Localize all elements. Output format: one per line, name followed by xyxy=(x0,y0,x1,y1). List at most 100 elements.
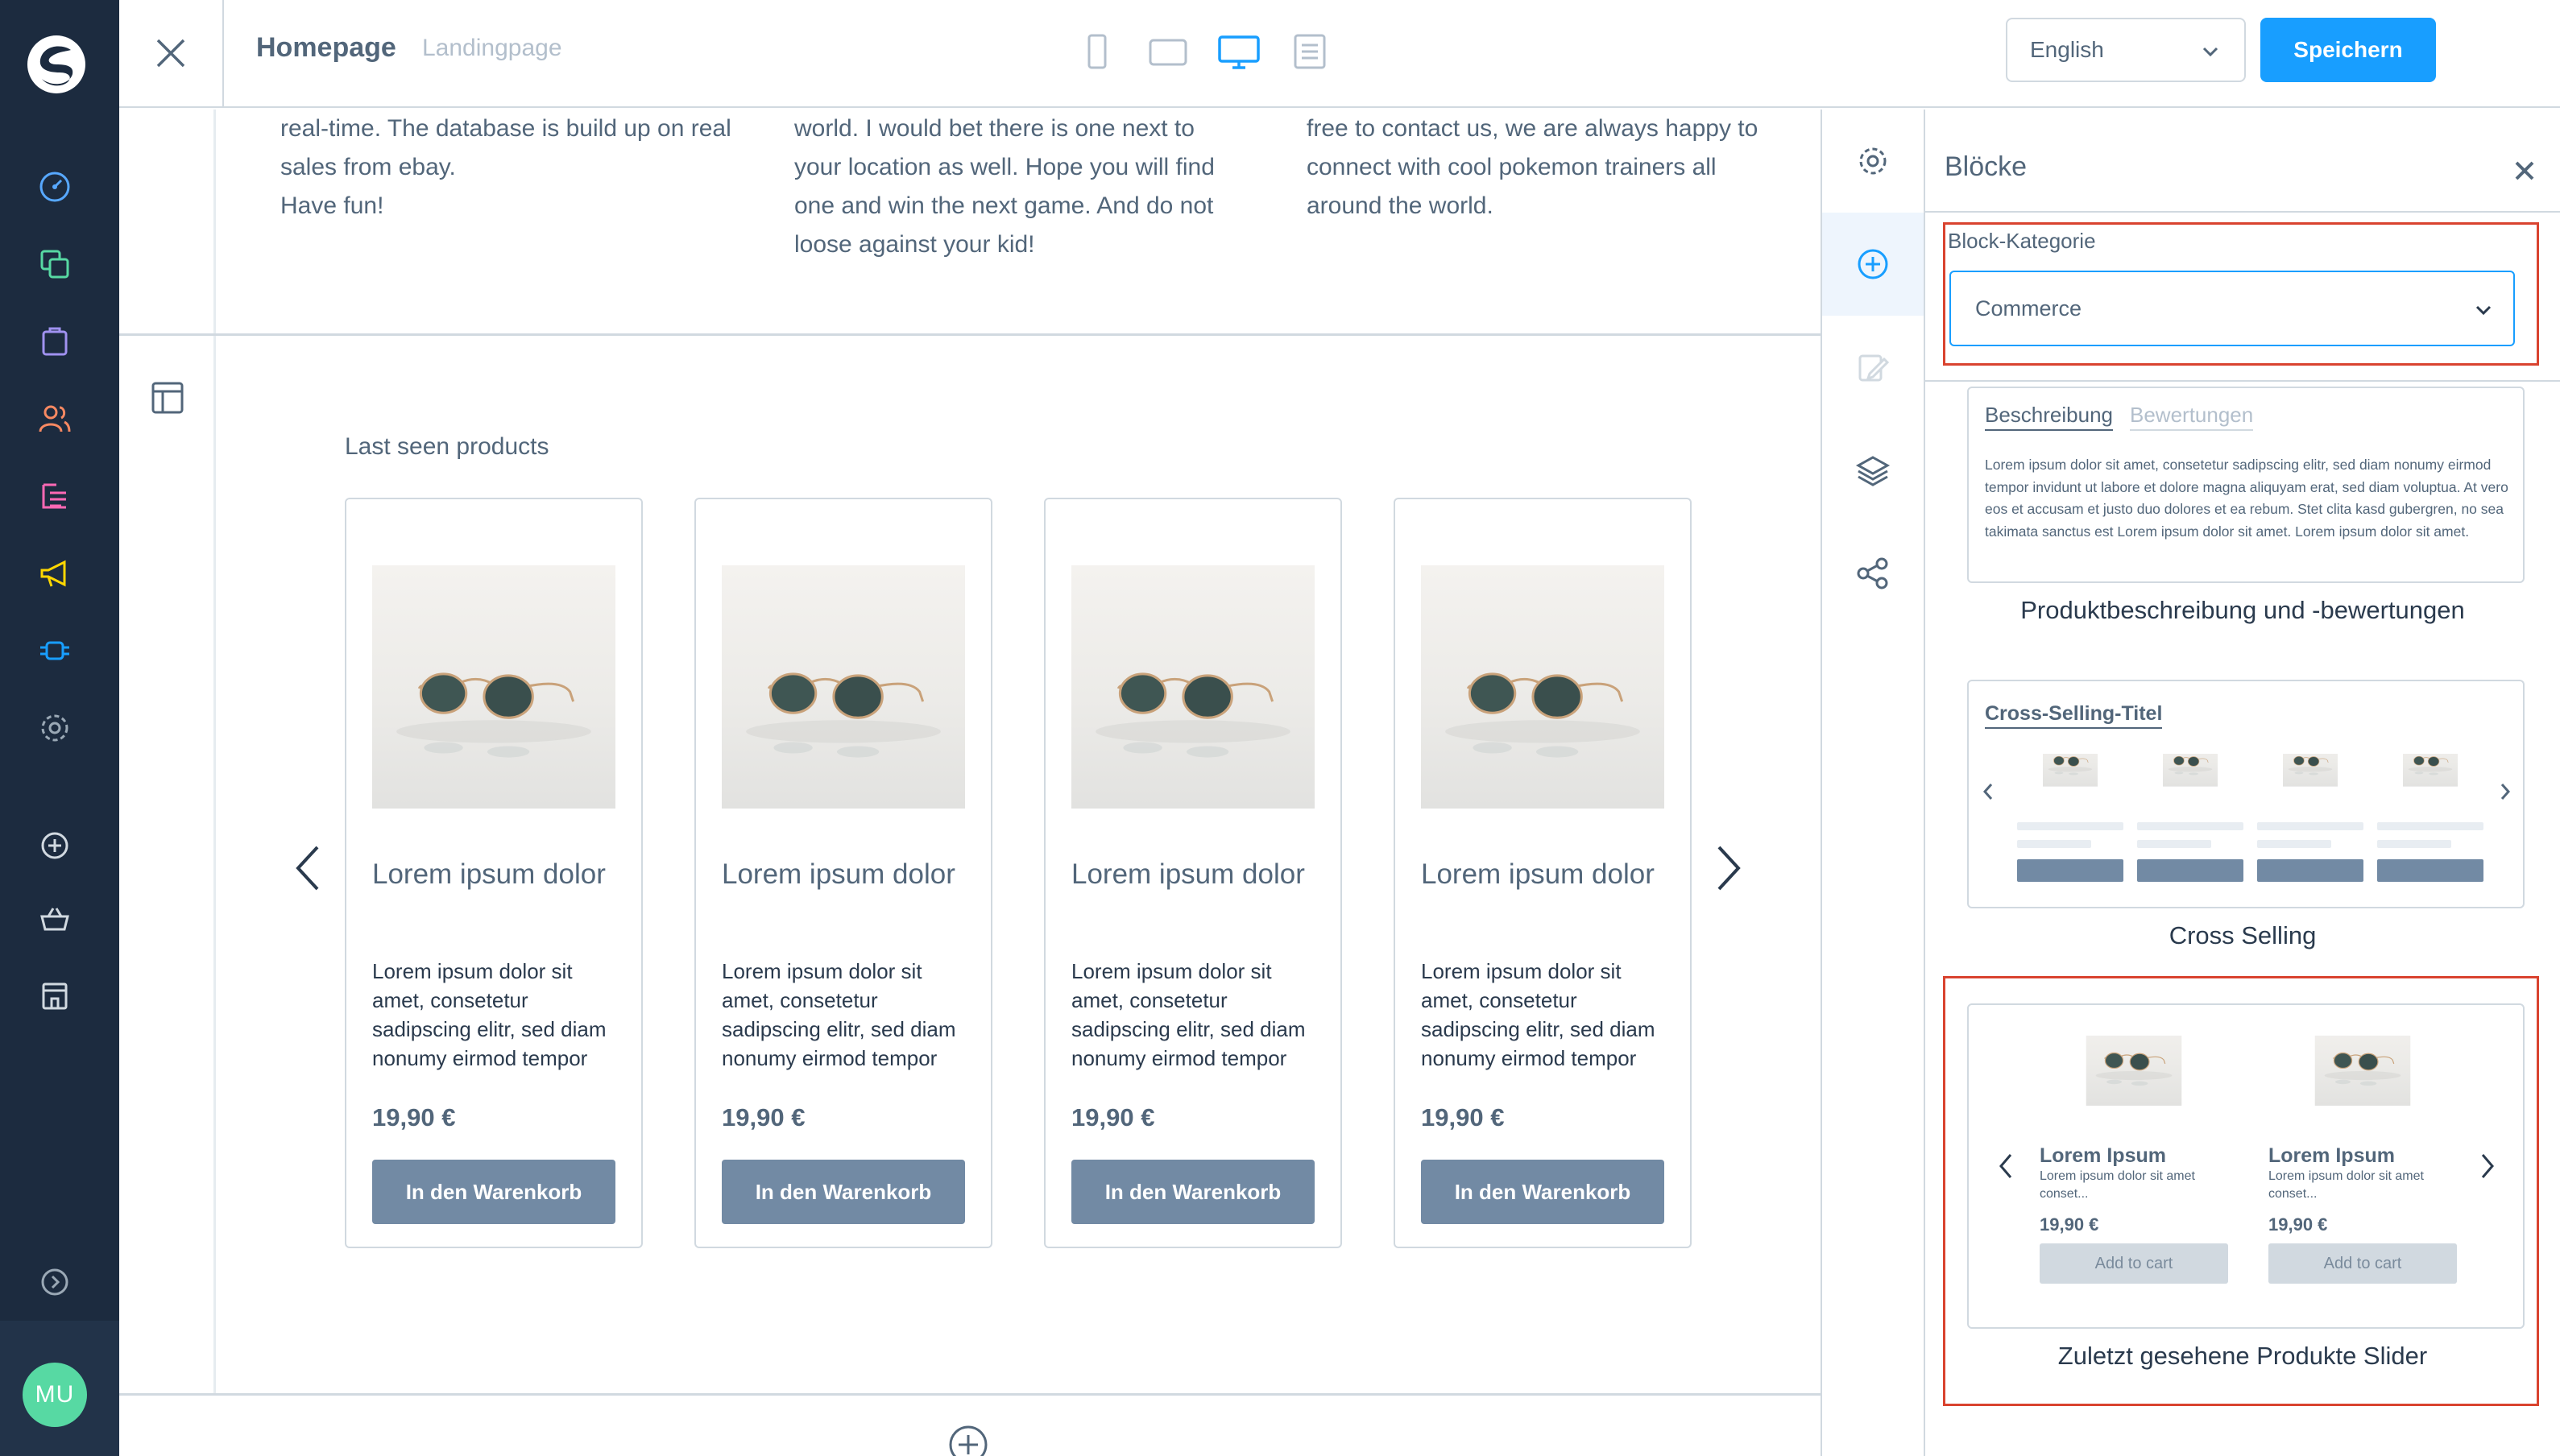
preview-product-image xyxy=(2377,754,2483,809)
user-area: MU xyxy=(0,1321,119,1456)
slider-prev-icon[interactable] xyxy=(293,844,322,892)
settings-icon[interactable] xyxy=(37,710,72,746)
add-icon[interactable] xyxy=(37,828,72,863)
block-preview-product-description[interactable]: Beschreibung Bewertungen Lorem ipsum dol… xyxy=(1967,387,2525,583)
expand-icon[interactable] xyxy=(37,1264,72,1300)
placeholder-bar xyxy=(2017,822,2123,830)
text-column-3[interactable]: free to contact us, we are always happy … xyxy=(1307,110,1790,225)
preview-product-price: 19,90 € xyxy=(2268,1214,2328,1235)
category-select[interactable]: Commerce xyxy=(1949,271,2515,346)
tablet-icon[interactable] xyxy=(1145,29,1191,74)
block-preview-last-seen-slider[interactable]: Lorem Ipsum Lorem ipsum dolor sit amet c… xyxy=(1967,1003,2525,1329)
block-preview-cross-selling[interactable]: Cross-Selling-Titel xyxy=(1967,680,2525,908)
add-to-cart-button[interactable]: In den Warenkorb xyxy=(722,1160,965,1224)
product-price: 19,90 € xyxy=(372,1103,456,1131)
block-caption: Cross Selling xyxy=(2169,921,2317,949)
placeholder-button xyxy=(2377,859,2483,882)
tab-settings[interactable] xyxy=(1822,110,1924,213)
block-caption: Produktbeschreibung und -bewertungen xyxy=(2020,596,2465,624)
close-icon xyxy=(2515,161,2534,180)
language-select[interactable]: English xyxy=(2006,18,2246,82)
chevron-down-icon xyxy=(2202,47,2218,57)
product-card[interactable]: Lorem ipsum dolor Lorem ipsum dolor sit … xyxy=(345,498,643,1248)
mobile-icon[interactable] xyxy=(1075,29,1120,74)
chevron-left-icon xyxy=(1982,784,1993,800)
marketing-icon[interactable] xyxy=(37,556,72,591)
text-line: free to contact us, we are always happy … xyxy=(1307,115,1758,142)
preview-add-to-cart: Add to cart xyxy=(2268,1243,2457,1284)
extensions-icon[interactable] xyxy=(37,633,72,668)
chevron-right-icon xyxy=(2500,784,2511,800)
preview-product-image xyxy=(2040,1036,2228,1131)
preview-tab-reviews: Bewertungen xyxy=(2130,403,2254,431)
panel-close-button[interactable] xyxy=(2510,156,2539,185)
chevron-down-icon xyxy=(2475,305,2492,316)
shopware-logo-icon[interactable] xyxy=(24,32,89,97)
slider-next-icon[interactable] xyxy=(1714,844,1743,892)
content-icon[interactable] xyxy=(37,478,72,514)
text-line: around the world. xyxy=(1307,192,1493,219)
list-icon[interactable] xyxy=(1287,29,1332,74)
text-line: world. I would bet there is one next to xyxy=(794,115,1195,142)
product-image xyxy=(372,565,615,809)
placeholder-bar xyxy=(2257,840,2332,848)
preview-product-description: Lorem ipsum dolor sit amet conset... xyxy=(2268,1169,2424,1201)
preview-product-name: Lorem Ipsum xyxy=(2268,1144,2395,1167)
catalogue-icon[interactable] xyxy=(37,246,72,282)
add-to-cart-button[interactable]: In den Warenkorb xyxy=(372,1160,615,1224)
tab-share[interactable] xyxy=(1822,522,1924,625)
save-button[interactable]: Speichern xyxy=(2260,18,2436,82)
admin-sidebar: MU xyxy=(0,0,119,1456)
product-description: Lorem ipsum dolor sit amet, consetetur s… xyxy=(1071,959,1306,1070)
panel-divider xyxy=(1925,211,2560,213)
panel-divider xyxy=(1925,380,2560,382)
product-card[interactable]: Lorem ipsum dolor Lorem ipsum dolor sit … xyxy=(1394,498,1692,1248)
placeholder-button xyxy=(2137,859,2243,882)
placeholder-bar xyxy=(2137,840,2212,848)
section-layout-icon[interactable] xyxy=(148,378,187,417)
product-name: Lorem ipsum dolor xyxy=(1071,858,1305,890)
dashboard-icon[interactable] xyxy=(37,169,72,205)
page-title: Homepage xyxy=(256,32,396,63)
section-divider xyxy=(119,1393,1821,1396)
text-line: connect with cool pokemon trainers all xyxy=(1307,154,1717,180)
text-column-2[interactable]: world. I would bet there is one next to … xyxy=(794,110,1278,264)
desktop-icon[interactable] xyxy=(1216,29,1261,74)
add-block-icon xyxy=(1858,249,1888,279)
product-description: Lorem ipsum dolor sit amet, consetetur s… xyxy=(1421,959,1655,1070)
preview-product-name: Lorem Ipsum xyxy=(2040,1144,2166,1167)
storefront-icon[interactable] xyxy=(37,978,72,1013)
preview-product xyxy=(2257,754,2363,882)
tab-layers[interactable] xyxy=(1822,419,1924,522)
close-icon xyxy=(156,39,185,68)
product-description: Lorem ipsum dolor sit amet, consetetur s… xyxy=(722,959,956,1070)
category-label: Block-Kategorie xyxy=(1948,229,2096,253)
close-button[interactable] xyxy=(119,0,224,106)
text-line: your location as well. Hope you will fin… xyxy=(794,154,1215,180)
layers-icon xyxy=(1855,456,1891,486)
placeholder-bar xyxy=(2377,822,2483,830)
preview-product-description: Lorem ipsum dolor sit amet conset... xyxy=(2040,1169,2195,1201)
preview-product xyxy=(2017,754,2123,882)
customers-icon[interactable] xyxy=(37,401,72,436)
orders-icon[interactable] xyxy=(37,324,72,359)
add-section-icon[interactable] xyxy=(947,1424,989,1456)
product-card[interactable]: Lorem ipsum dolor Lorem ipsum dolor sit … xyxy=(1044,498,1342,1248)
product-card[interactable]: Lorem ipsum dolor Lorem ipsum dolor sit … xyxy=(694,498,992,1248)
sidebar-tabs xyxy=(1821,110,1925,1456)
text-column-1[interactable]: real-time. The database is build up on r… xyxy=(280,110,764,225)
avatar[interactable]: MU xyxy=(23,1363,87,1427)
add-to-cart-button[interactable]: In den Warenkorb xyxy=(1421,1160,1664,1224)
basket-icon[interactable] xyxy=(37,902,72,937)
preview-product xyxy=(2137,754,2243,882)
preview-product-image xyxy=(2137,754,2243,809)
language-value: English xyxy=(2030,37,2104,62)
placeholder-bar xyxy=(2137,822,2243,830)
tab-add-block[interactable] xyxy=(1822,213,1924,316)
section-gutter xyxy=(119,110,216,1395)
add-to-cart-button[interactable]: In den Warenkorb xyxy=(1071,1160,1315,1224)
preview-product-image xyxy=(2017,754,2123,809)
section-divider xyxy=(119,333,1821,336)
tab-edit[interactable] xyxy=(1822,316,1924,419)
category-value: Commerce xyxy=(1975,296,2082,321)
